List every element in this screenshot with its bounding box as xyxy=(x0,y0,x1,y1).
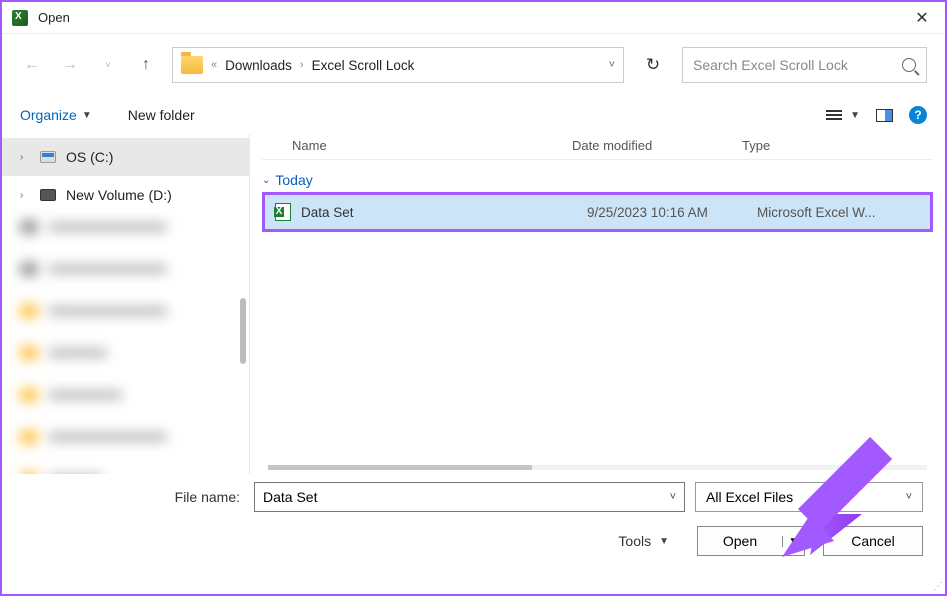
cancel-button[interactable]: Cancel xyxy=(823,526,923,556)
file-type: Microsoft Excel W... xyxy=(757,205,920,220)
breadcrumb-dropdown[interactable]: ˅ xyxy=(609,59,615,71)
up-button[interactable]: ↑ xyxy=(134,53,158,77)
resize-grip[interactable]: ⋰ xyxy=(933,581,943,592)
horizontal-scrollbar[interactable] xyxy=(268,465,927,470)
breadcrumb[interactable]: « Downloads › Excel Scroll Lock ˅ xyxy=(172,47,624,83)
sidebar-drive-c[interactable]: › OS (C:) xyxy=(2,138,249,176)
sidebar: › OS (C:) › New Volume (D:) xyxy=(2,134,250,474)
excel-app-icon xyxy=(12,10,28,26)
chevron-down-icon: ⌄ xyxy=(262,175,270,186)
file-date: 9/25/2023 10:16 AM xyxy=(587,205,757,220)
list-view-icon xyxy=(826,110,842,120)
caret-down-icon[interactable]: ˅ xyxy=(670,491,676,503)
file-row[interactable]: Data Set 9/25/2023 10:16 AM Microsoft Ex… xyxy=(262,192,933,232)
filename-input[interactable]: Data Set ˅ xyxy=(254,482,685,512)
filetype-select[interactable]: All Excel Files ˅ xyxy=(695,482,923,512)
breadcrumb-item[interactable]: Downloads xyxy=(225,58,292,73)
caret-down-icon: ▼ xyxy=(850,110,860,121)
caret-down-icon: ▼ xyxy=(82,110,92,121)
open-button[interactable]: Open ▼ xyxy=(697,526,805,556)
preview-pane-button[interactable] xyxy=(876,109,893,122)
refresh-button[interactable]: ↻ xyxy=(638,55,668,75)
search-input[interactable]: Search Excel Scroll Lock xyxy=(682,47,927,83)
open-split-dropdown[interactable]: ▼ xyxy=(782,536,804,547)
filename-label: File name: xyxy=(24,489,244,505)
column-header-name[interactable]: Name xyxy=(262,138,572,153)
chevron-right-icon: › xyxy=(300,59,304,71)
column-header-date[interactable]: Date modified xyxy=(572,138,742,153)
view-options-button[interactable]: ▼ xyxy=(826,110,860,121)
recent-dropdown[interactable]: ˅ xyxy=(96,53,120,77)
window-title: Open xyxy=(38,10,907,25)
search-placeholder: Search Excel Scroll Lock xyxy=(693,57,848,73)
caret-down-icon: ˅ xyxy=(906,491,912,503)
back-button[interactable]: ← xyxy=(20,53,44,77)
group-header-today[interactable]: ⌄ Today xyxy=(262,160,933,190)
tools-menu[interactable]: Tools ▼ xyxy=(618,533,669,549)
file-name: Data Set xyxy=(301,205,587,220)
caret-down-icon: ▼ xyxy=(659,536,669,547)
forward-button[interactable]: → xyxy=(58,53,82,77)
disk-icon xyxy=(40,189,56,201)
disk-icon xyxy=(40,151,56,163)
sidebar-scrollbar[interactable] xyxy=(240,298,246,364)
column-header-type[interactable]: Type xyxy=(742,138,933,153)
chevron-right-icon: › xyxy=(20,152,30,163)
search-icon xyxy=(902,58,916,72)
sidebar-drive-d[interactable]: › New Volume (D:) xyxy=(2,176,249,214)
excel-file-icon xyxy=(275,203,291,221)
breadcrumb-sep: « xyxy=(211,59,217,71)
help-button[interactable]: ? xyxy=(909,106,927,124)
close-button[interactable]: ✕ xyxy=(907,8,937,28)
chevron-right-icon: › xyxy=(20,190,30,201)
file-list-area: Name Date modified Type ⌄ Today Data Set… xyxy=(250,134,945,474)
folder-icon xyxy=(181,56,203,74)
new-folder-button[interactable]: New folder xyxy=(128,107,195,123)
breadcrumb-item[interactable]: Excel Scroll Lock xyxy=(312,58,415,73)
organize-menu[interactable]: Organize ▼ xyxy=(20,107,92,123)
